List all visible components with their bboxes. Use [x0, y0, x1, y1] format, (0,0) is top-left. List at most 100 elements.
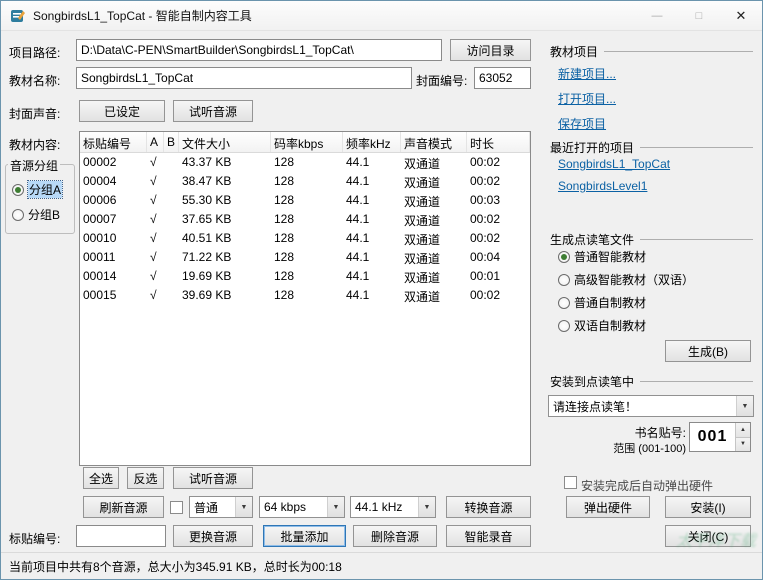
label-number-label: 标贴编号: — [9, 530, 60, 547]
table-cell: 55.30 KB — [179, 191, 271, 210]
invert-select-button[interactable]: 反选 — [127, 467, 164, 489]
table-cell: √ — [147, 248, 164, 267]
radio-icon — [558, 297, 570, 309]
table-row[interactable]: 00002√43.37 KB12844.1双通道00:02 — [80, 153, 530, 172]
batch-add-button[interactable]: 批量添加 — [263, 525, 346, 547]
recent-project-link-2[interactable]: SongbirdsLevel1 — [558, 179, 647, 193]
save-project-link[interactable]: 保存项目 — [558, 115, 606, 132]
frequency-select[interactable]: 44.1 kHz ▼ — [350, 496, 436, 518]
table-row[interactable]: 00006√55.30 KB12844.1双通道00:03 — [80, 191, 530, 210]
status-bar: 当前项目中共有8个音源，总大小为345.91 KB，总时长为00:18 — [1, 552, 762, 579]
table-row[interactable]: 00014√19.69 KB12844.1双通道00:01 — [80, 267, 530, 286]
content-table: 标贴编号AB文件大小码率kbps频率kHz声音模式时长 00002√43.37 … — [79, 131, 531, 466]
section-title-project: 教材项目 — [550, 43, 753, 60]
recent-project-link-1[interactable]: SongbirdsL1_TopCat — [558, 157, 670, 171]
close-window-button[interactable]: ✕ — [720, 1, 762, 31]
listen-audio-button[interactable]: 试听音源 — [173, 467, 253, 489]
cover-sound-set-button[interactable]: 已设定 — [79, 100, 165, 122]
smart-record-button[interactable]: 智能录音 — [446, 525, 531, 547]
auto-eject-checkbox[interactable] — [564, 476, 577, 489]
table-header-cell[interactable]: A — [147, 132, 164, 152]
table-row[interactable]: 00015√39.69 KB12844.1双通道00:02 — [80, 286, 530, 305]
radio-advanced-smart-textbook[interactable]: 高级智能教材（双语） — [558, 271, 694, 288]
project-section-title: 教材项目 — [550, 43, 598, 60]
project-path-input[interactable] — [76, 39, 442, 61]
convert-checkbox[interactable] — [170, 501, 183, 514]
table-row[interactable]: 00010√40.51 KB12844.1双通道00:02 — [80, 229, 530, 248]
table-header-cell[interactable]: B — [164, 132, 179, 152]
install-button[interactable]: 安装(I) — [665, 496, 751, 518]
table-row[interactable]: 00011√71.22 KB12844.1双通道00:04 — [80, 248, 530, 267]
table-cell: 00:02 — [467, 229, 530, 248]
delete-audio-button[interactable]: 删除音源 — [353, 525, 437, 547]
label-number-input[interactable] — [76, 525, 166, 547]
eject-hardware-button[interactable]: 弹出硬件 — [566, 496, 650, 518]
section-divider — [640, 381, 753, 382]
window-title: SongbirdsL1_TopCat - 智能自制内容工具 — [33, 7, 252, 24]
table-cell: √ — [147, 286, 164, 305]
table-cell: 00010 — [80, 229, 147, 248]
frequency-select-value: 44.1 kHz — [351, 500, 418, 514]
table-cell — [164, 267, 179, 286]
content-label: 教材内容: — [9, 136, 60, 153]
radio-b-icon — [12, 209, 24, 221]
refresh-audio-button[interactable]: 刷新音源 — [83, 496, 164, 518]
cover-number-input[interactable] — [474, 67, 531, 89]
convert-audio-button[interactable]: 转换音源 — [446, 496, 531, 518]
table-header-cell[interactable]: 声音模式 — [401, 132, 467, 152]
table-header-cell[interactable]: 时长 — [467, 132, 530, 152]
select-all-button[interactable]: 全选 — [83, 467, 119, 489]
radio-normal-smart-textbook[interactable]: 普通智能教材 — [558, 248, 646, 265]
section-divider — [640, 239, 753, 240]
book-label-title: 书名贴号: — [561, 424, 686, 441]
table-row[interactable]: 00007√37.65 KB12844.1双通道00:02 — [80, 210, 530, 229]
table-cell: √ — [147, 191, 164, 210]
radio-group-b[interactable]: 分组B — [12, 206, 60, 223]
table-cell: 19.69 KB — [179, 267, 271, 286]
table-cell — [164, 153, 179, 172]
visit-directory-button[interactable]: 访问目录 — [450, 39, 531, 61]
table-cell: 44.1 — [343, 191, 401, 210]
quality-select[interactable]: 普通 ▼ — [189, 496, 253, 518]
radio-group-a[interactable]: 分组A — [12, 181, 62, 198]
pen-device-select[interactable]: 请连接点读笔！ ▼ — [548, 395, 754, 417]
table-header-cell[interactable]: 文件大小 — [179, 132, 271, 152]
table-cell: 38.47 KB — [179, 172, 271, 191]
book-number-spinner[interactable]: 001 ▲ ▼ — [689, 422, 751, 452]
bitrate-select-value: 64 kbps — [260, 500, 327, 514]
table-cell: 43.37 KB — [179, 153, 271, 172]
table-cell: 44.1 — [343, 267, 401, 286]
bitrate-select[interactable]: 64 kbps ▼ — [259, 496, 345, 518]
radio-a-icon — [12, 184, 24, 196]
table-cell: 00011 — [80, 248, 147, 267]
maximize-button[interactable]: □ — [678, 1, 720, 31]
chevron-down-icon: ▼ — [418, 497, 435, 517]
new-project-link[interactable]: 新建项目... — [558, 65, 616, 82]
radio-normal-selfmade-textbook[interactable]: 普通自制教材 — [558, 294, 646, 311]
minimize-button[interactable]: — — [636, 1, 678, 31]
section-title-recent: 最近打开的项目 — [550, 139, 753, 156]
table-cell: 00:02 — [467, 286, 530, 305]
spinner-down-button[interactable]: ▼ — [736, 438, 750, 452]
table-header-cell[interactable]: 频率kHz — [343, 132, 401, 152]
cover-sound-listen-button[interactable]: 试听音源 — [173, 100, 253, 122]
textbook-name-input[interactable] — [76, 67, 412, 89]
generate-button[interactable]: 生成(B) — [665, 340, 751, 362]
table-header-cell[interactable]: 标贴编号 — [80, 132, 147, 152]
table-cell: 双通道 — [401, 172, 467, 191]
section-divider — [604, 51, 753, 52]
table-cell: 128 — [271, 210, 343, 229]
spinner-up-button[interactable]: ▲ — [736, 423, 750, 438]
cover-number-label: 封面编号: — [416, 72, 467, 89]
window-controls: — □ ✕ — [636, 1, 762, 31]
recent-section-title: 最近打开的项目 — [550, 139, 634, 156]
close-button[interactable]: 关闭(C) — [665, 525, 751, 547]
table-cell: 00:02 — [467, 153, 530, 172]
table-body: 00002√43.37 KB12844.1双通道00:0200004√38.47… — [80, 153, 530, 305]
radio-bilingual-selfmade-textbook[interactable]: 双语自制教材 — [558, 317, 646, 334]
table-row[interactable]: 00004√38.47 KB12844.1双通道00:02 — [80, 172, 530, 191]
table-cell: 44.1 — [343, 248, 401, 267]
table-header-cell[interactable]: 码率kbps — [271, 132, 343, 152]
open-project-link[interactable]: 打开项目... — [558, 90, 616, 107]
change-audio-button[interactable]: 更换音源 — [173, 525, 253, 547]
